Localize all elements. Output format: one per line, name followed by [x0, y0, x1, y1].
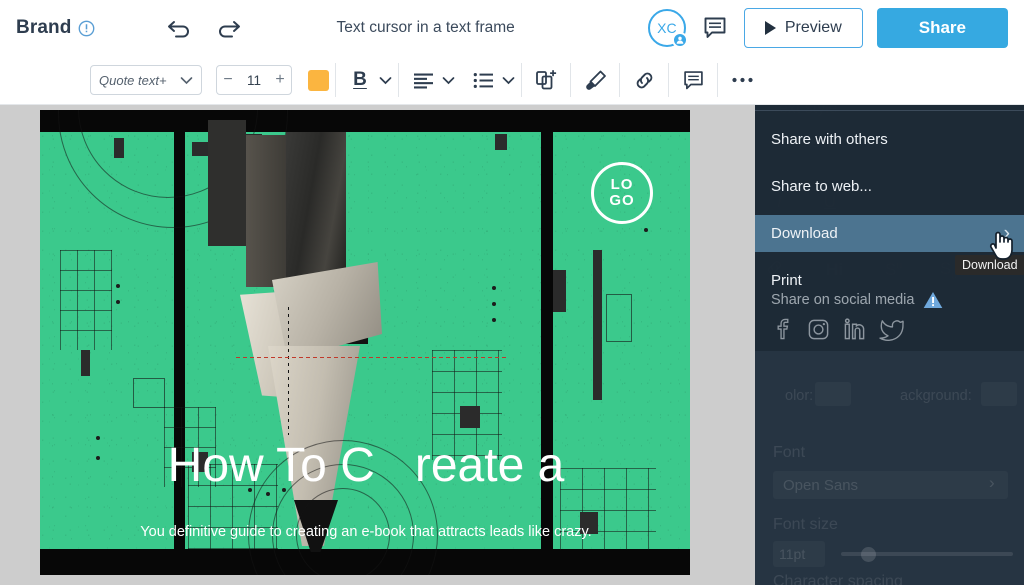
pencil-shaft-left — [246, 135, 290, 287]
font-size-value[interactable]: 11 — [239, 73, 269, 88]
play-triangle-icon — [765, 21, 776, 35]
right-side-panel: Text properties Text style Quote text+ ›… — [755, 56, 1024, 585]
font-size-increase[interactable]: + — [269, 71, 291, 89]
canvas-area[interactable]: LO GO How To C reate a Magnetic E-book Y… — [0, 105, 755, 585]
warning-triangle-icon — [923, 291, 943, 309]
avatar[interactable]: XC — [648, 9, 686, 47]
app-root: Brand — [0, 0, 1024, 585]
chevron-down-icon — [180, 76, 193, 85]
font-size-decrease[interactable]: − — [217, 71, 239, 89]
ghost-color-label: olor: — [785, 388, 813, 404]
paint-brush-icon[interactable] — [580, 65, 610, 95]
font-size-stepper[interactable]: − 11 + — [216, 65, 292, 95]
share-item-share-to-web[interactable]: Share to web... — [755, 168, 1024, 205]
ghost-color-swatch — [815, 382, 851, 406]
undo-arrow-icon[interactable] — [165, 13, 195, 43]
ghost-font-label: Font — [773, 444, 805, 462]
chevron-down-icon[interactable] — [379, 76, 392, 85]
link-chain-icon[interactable] — [629, 65, 659, 95]
chevron-down-icon[interactable] — [442, 76, 455, 85]
comment-bubble-icon[interactable] — [678, 65, 708, 95]
share-button[interactable]: Share — [877, 8, 1008, 48]
decor-block-1 — [114, 138, 124, 158]
share-social-label: Share on social media — [771, 291, 943, 309]
bulleted-list-icon — [468, 65, 498, 95]
twitter-icon[interactable] — [879, 318, 904, 341]
logo-mark: LO GO — [591, 162, 653, 224]
ghost-font-size-field — [773, 541, 825, 567]
logo-line-2: GO — [609, 193, 634, 209]
instagram-icon[interactable] — [807, 318, 830, 341]
ghost-char-spacing-label: Character spacing — [773, 573, 903, 585]
preview-button[interactable]: Preview — [744, 8, 863, 48]
title-text-frame[interactable]: How To C reate a Magnetic E-book — [86, 306, 646, 436]
toolbar-divider — [521, 63, 522, 97]
share-item-download[interactable]: Download › — [755, 215, 1024, 252]
text-color-swatch[interactable] — [308, 70, 329, 91]
ghost-background-label: ackground: — [900, 388, 972, 404]
toolbar-divider — [398, 63, 399, 97]
hand-pointer-icon — [988, 228, 1014, 260]
text-toolbar: Quote text+ − 11 + B — [0, 56, 1024, 105]
bold-button[interactable]: B — [342, 65, 392, 95]
ghost-font-size-slider-knob — [861, 547, 876, 562]
duplicate-add-icon[interactable] — [531, 65, 561, 95]
text-style-select[interactable]: Quote text+ — [90, 65, 202, 95]
text-align-left-icon — [408, 65, 438, 95]
app-header: Brand — [0, 0, 1024, 56]
facebook-icon[interactable] — [771, 318, 794, 341]
toolbar-divider — [570, 63, 571, 97]
share-social-text: Share on social media — [771, 292, 914, 308]
text-style-value: Quote text+ — [99, 73, 167, 88]
toolbar-divider — [335, 63, 336, 97]
spellcheck-underline — [236, 357, 508, 358]
share-item-label: Share with others — [771, 131, 888, 148]
decor-dot — [116, 300, 120, 304]
toolbar-divider — [619, 63, 620, 97]
subtitle-text[interactable]: You definitive guide to creating an e-bo… — [88, 524, 644, 540]
ghost-background-swatch — [981, 382, 1017, 406]
share-item-label: Print — [771, 272, 802, 289]
text-align-button[interactable] — [405, 65, 455, 95]
decor-block-5 — [495, 134, 507, 150]
preview-label: Preview — [785, 19, 842, 37]
pencil-slab — [208, 120, 246, 246]
share-social-icons — [771, 318, 904, 341]
brand-label: Brand — [16, 17, 71, 39]
document-title: Text cursor in a text frame — [203, 19, 647, 37]
linkedin-icon[interactable] — [843, 318, 866, 341]
ghost-font-size-label: Font size — [773, 516, 838, 534]
comment-bubble-icon[interactable] — [700, 13, 730, 43]
info-circle-icon[interactable] — [78, 20, 95, 37]
logo-line-1: LO — [611, 177, 634, 193]
text-cursor — [288, 307, 289, 435]
more-horizontal-icon[interactable] — [727, 65, 757, 95]
decor-dot — [644, 228, 648, 232]
header-actions: XC Preview Share — [648, 8, 1008, 48]
bold-label: B — [345, 65, 375, 95]
toolbar-divider — [717, 63, 718, 97]
title-line-1: How To C reate a — [86, 434, 646, 498]
decor-dot — [116, 284, 120, 288]
decor-dot — [492, 286, 496, 290]
person-badge-icon — [672, 32, 688, 48]
list-button[interactable] — [465, 65, 515, 95]
brand-group[interactable]: Brand — [16, 17, 95, 39]
design-page[interactable]: LO GO How To C reate a Magnetic E-book Y… — [40, 110, 690, 575]
chevron-down-icon[interactable] — [502, 76, 515, 85]
share-item-label: Share to web... — [771, 178, 872, 195]
ghost-font-field — [773, 471, 1008, 499]
share-item-share-with-others[interactable]: Share with others — [755, 121, 1024, 158]
share-item-label: Download — [771, 225, 838, 242]
toolbar-divider — [668, 63, 669, 97]
